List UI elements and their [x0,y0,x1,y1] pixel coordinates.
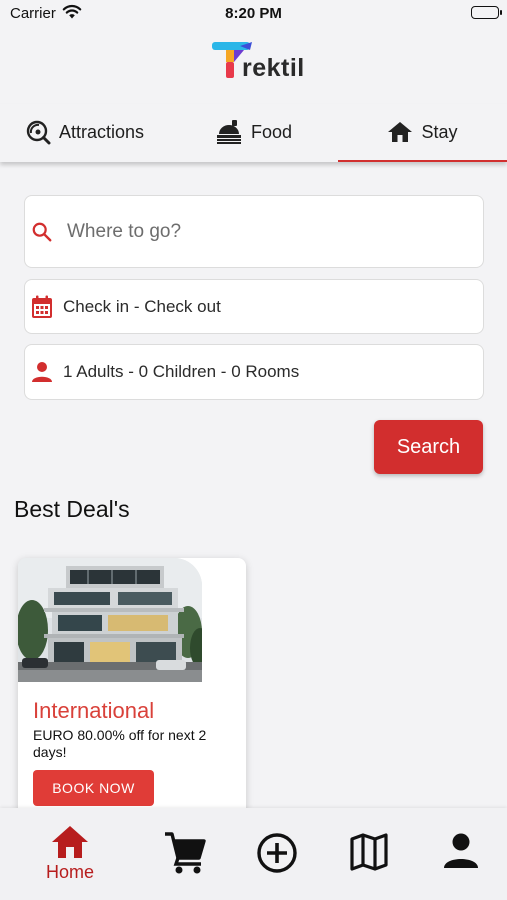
active-tab-indicator [338,160,507,162]
home-icon [52,826,88,858]
guests-label: 1 Adults - 0 Children - 0 Rooms [63,362,300,381]
attractions-search-icon [26,120,51,145]
person-icon [31,361,53,383]
nav-cart[interactable] [160,808,210,900]
tab-attractions[interactable]: Attractions [0,104,169,160]
nav-map[interactable] [344,808,394,900]
deal-card[interactable]: International EURO 80.00% off for next 2… [18,558,246,818]
food-tray-icon [216,120,241,144]
nav-add[interactable] [252,808,302,900]
best-deals-title: Best Deal's [14,496,130,522]
tab-stay-label: Stay [421,121,458,142]
cart-icon [165,832,206,874]
home-icon [388,122,413,142]
category-tabs: Attractions Food Stay [0,104,507,162]
deal-title: International [33,698,155,723]
deal-building-image [18,558,202,682]
logo-text: rektil [242,54,305,82]
book-now-button[interactable]: BOOK NOW [33,770,154,806]
tab-attractions-label: Attractions [58,121,145,142]
nav-profile[interactable] [436,808,486,900]
dates-label: Check in - Check out [63,296,221,316]
search-icon [31,220,53,244]
destination-input[interactable] [67,220,447,243]
nav-home-label: Home [45,862,94,882]
tab-food-label: Food [250,121,293,142]
search-button[interactable]: Search [374,420,483,474]
calendar-icon [31,295,53,319]
profile-icon [444,833,478,868]
guests-field[interactable]: 1 Adults - 0 Children - 0 Rooms [24,344,484,400]
dates-field[interactable]: Check in - Check out [24,279,484,334]
nav-home[interactable]: Home [30,808,110,900]
map-icon [350,833,388,871]
bottom-navigation: Home [0,808,507,900]
status-bar: Carrier 8:20 PM [0,0,507,28]
add-circle-icon [257,833,297,873]
clock: 8:20 PM [225,5,282,22]
tab-food[interactable]: Food [169,104,338,160]
battery-icon [471,6,502,19]
app-logo: rektil [210,40,310,82]
deal-description: EURO 80.00% off for next 2 days! [33,727,207,760]
destination-field[interactable] [24,195,484,268]
tab-stay[interactable]: Stay [338,104,507,160]
